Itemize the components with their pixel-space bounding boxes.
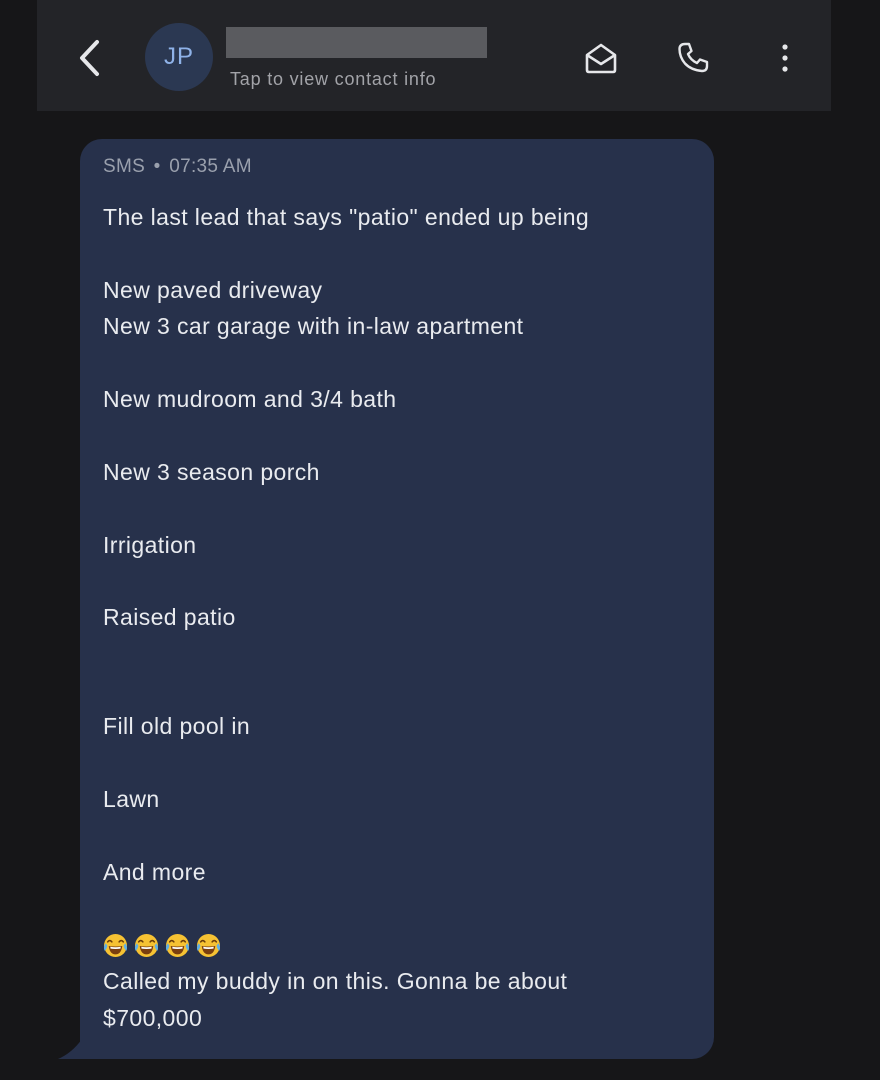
message-bubble-tail	[58, 1039, 82, 1059]
contact-name-redacted[interactable]	[226, 27, 487, 58]
chevron-left-icon	[80, 40, 99, 76]
message-channel: SMS	[103, 156, 146, 177]
message-line: And more	[103, 859, 206, 885]
message-line: New mudroom and 3/4 bath	[103, 386, 397, 412]
message-line: $700,000	[103, 1005, 203, 1031]
more-options-button[interactable]	[761, 34, 809, 82]
mark-unread-button[interactable]	[577, 34, 625, 82]
phone-icon	[678, 42, 709, 73]
message-metadata: SMS • 07:35 AM	[103, 156, 252, 178]
message-line: Irrigation	[103, 532, 197, 558]
message-line: New 3 season porch	[103, 459, 320, 485]
message-line: New 3 car garage with in-law apartment	[103, 313, 524, 339]
more-vertical-icon	[782, 44, 788, 72]
laughing-emoji-icon	[103, 934, 128, 957]
emoji-row	[103, 933, 221, 961]
laughing-emoji-icon	[196, 934, 221, 957]
message-line: Fill old pool in	[103, 713, 251, 739]
message-line: New paved driveway	[103, 277, 323, 303]
message-timestamp: 07:35 AM	[169, 156, 252, 177]
contact-info-link[interactable]: Tap to view contact info	[230, 69, 436, 90]
back-button[interactable]	[60, 28, 120, 88]
metadata-separator: •	[153, 156, 161, 177]
call-button[interactable]	[669, 34, 717, 82]
laughing-emoji-icon	[165, 934, 190, 957]
open-envelope-icon	[585, 43, 617, 74]
avatar[interactable]: JP	[145, 23, 213, 91]
message-line: Raised patio	[103, 604, 236, 630]
message-line: Called my buddy in on this. Gonna be abo…	[103, 968, 568, 994]
laughing-emoji-icon	[134, 934, 159, 957]
message-line: Lawn	[103, 786, 160, 812]
message-line: The last lead that says "patio" ended up…	[103, 204, 590, 230]
